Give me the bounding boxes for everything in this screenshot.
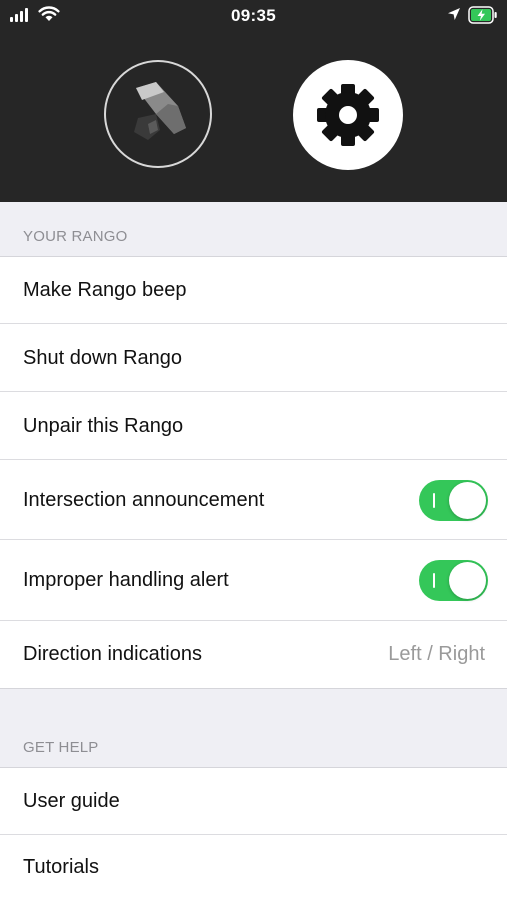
intersection-announcement-row: Intersection announcement (0, 460, 507, 540)
rango-device-avatar[interactable] (104, 60, 212, 168)
battery-charging-icon (468, 6, 497, 24)
row-label: Improper handling alert (23, 569, 229, 591)
rango-device-icon (134, 82, 186, 140)
toggle-knob (449, 481, 486, 519)
row-label: Shut down Rango (23, 346, 183, 369)
improper-handling-alert-toggle[interactable] (419, 560, 488, 601)
tutorials-row[interactable]: Tutorials (0, 835, 507, 900)
section-title: YOUR RANGO (23, 228, 128, 245)
toggle-on-indicator (433, 492, 435, 508)
location-icon (448, 8, 460, 20)
row-label: Unpair this Rango (23, 414, 184, 437)
toggle-knob (449, 562, 486, 599)
improper-handling-alert-row: Improper handling alert (0, 540, 507, 621)
status-time: 09:35 (231, 6, 276, 25)
shut-down-rango-row[interactable]: Shut down Rango (0, 324, 507, 392)
toggle-on-indicator (433, 573, 435, 588)
row-label: Tutorials (23, 856, 99, 878)
user-guide-row[interactable]: User guide (0, 768, 507, 835)
settings-button[interactable] (293, 60, 403, 170)
unpair-rango-row[interactable]: Unpair this Rango (0, 392, 507, 460)
row-label: Direction indications (23, 643, 202, 665)
section-header-get-help: GET HELP (0, 688, 507, 768)
app-header: 09:35 (0, 0, 507, 202)
gear-icon (317, 84, 379, 146)
make-rango-beep-row[interactable]: Make Rango beep (0, 257, 507, 324)
section-header-your-rango: YOUR RANGO (0, 202, 507, 257)
row-label: Make Rango beep (23, 279, 187, 301)
row-label: User guide (23, 790, 120, 812)
status-bar: 09:35 (0, 0, 507, 32)
intersection-announcement-toggle[interactable] (419, 479, 488, 521)
section-title: GET HELP (23, 739, 99, 756)
row-label: Intersection announcement (23, 488, 265, 511)
direction-indications-row[interactable]: Direction indications Left / Right (0, 621, 507, 688)
direction-indications-value: Left / Right (388, 643, 485, 665)
